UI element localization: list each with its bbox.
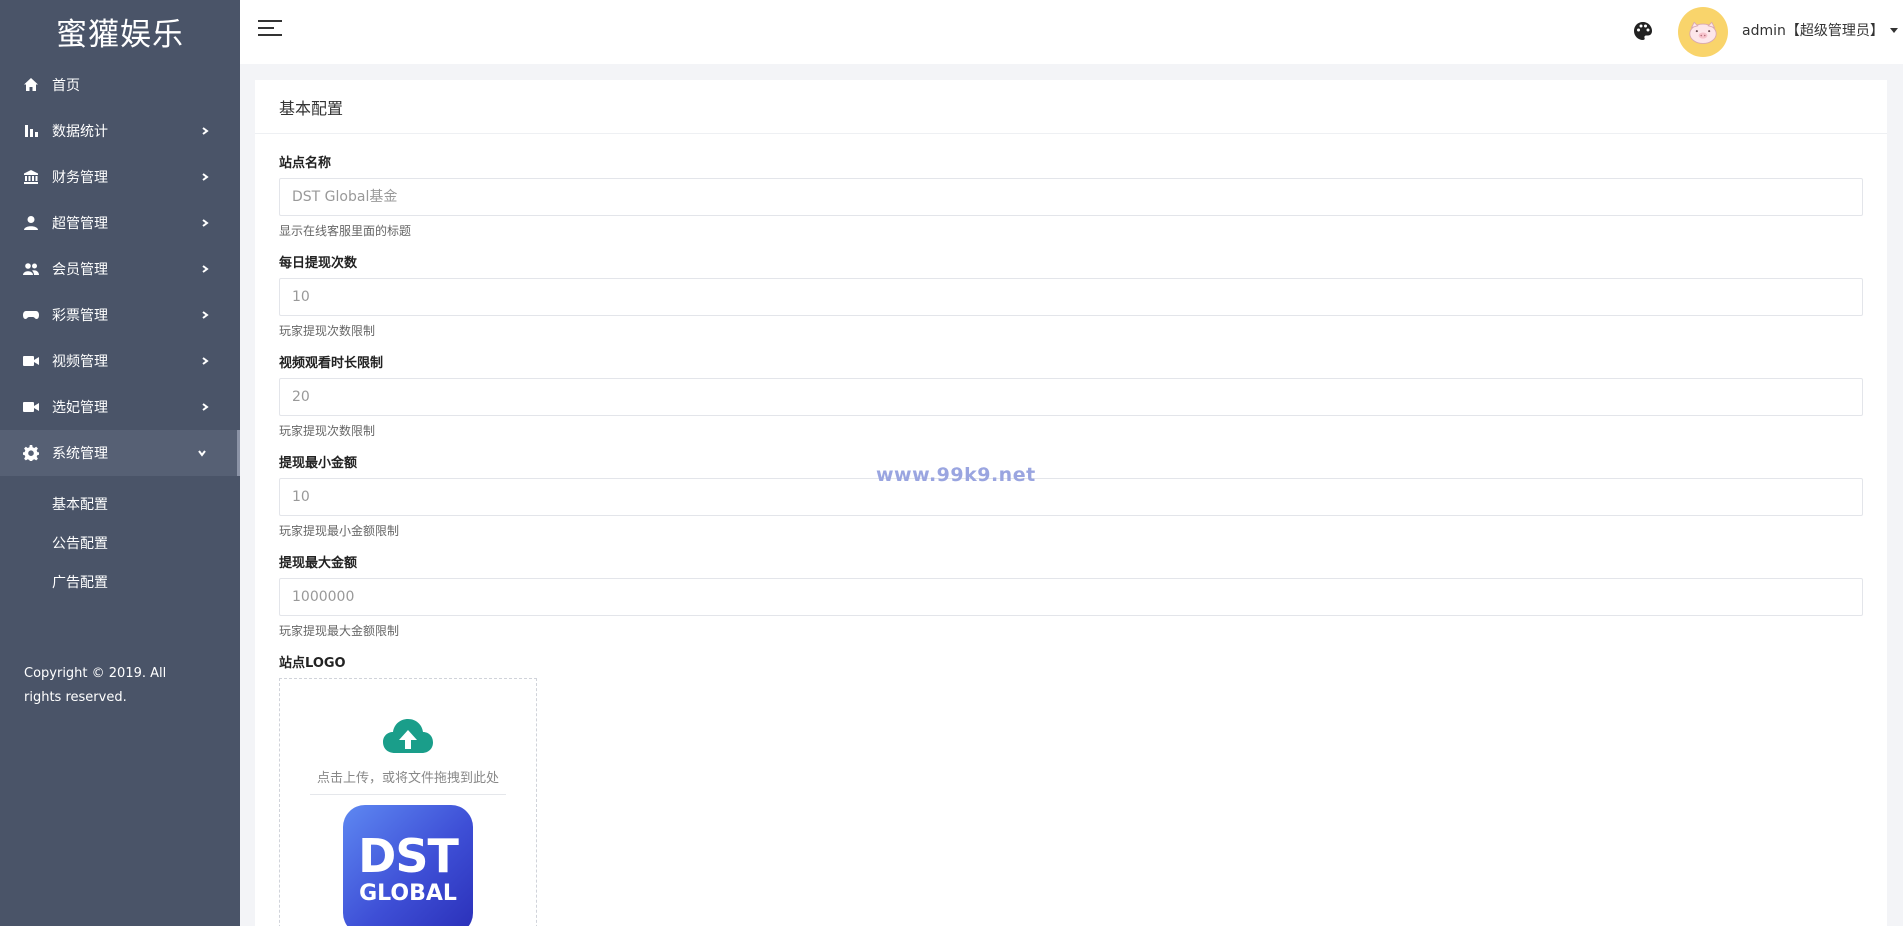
cloud-upload-icon (383, 719, 433, 753)
sidebar-item-system[interactable]: 系统管理 (0, 430, 240, 476)
sidebar-item-label: 数据统计 (52, 124, 108, 140)
submenu-item-ad-config[interactable]: 广告配置 (0, 562, 240, 601)
submenu-item-basic-config[interactable]: 基本配置 (0, 484, 240, 523)
video-icon (22, 398, 40, 416)
max-withdraw-input[interactable] (279, 578, 1863, 616)
chevron-right-icon (200, 218, 210, 228)
user-menu[interactable]: admin【超级管理员】 (1742, 20, 1898, 40)
min-withdraw-input[interactable] (279, 478, 1863, 516)
upload-hint: 点击上传，或将文件拖拽到此处 (310, 767, 506, 795)
basic-config-card: 基本配置 站点名称 显示在线客服里面的标题 每日提现次数 玩家提现次数限制 视频… (255, 80, 1887, 926)
logo-upload-area[interactable]: 点击上传，或将文件拖拽到此处 DST GLOBAL (279, 678, 537, 926)
field-help: 玩家提现次数限制 (279, 424, 376, 438)
copyright-text: Copyright © 2019. All rights reserved. (24, 666, 167, 705)
avatar[interactable] (1678, 7, 1728, 57)
gamepad-icon (22, 306, 40, 324)
brand-title: 蜜獾娱乐 (56, 16, 184, 53)
sidebar-item-label: 选妃管理 (52, 400, 108, 416)
chevron-right-icon (200, 402, 210, 412)
sidebar-item-home[interactable]: 首页 (0, 62, 240, 108)
sidebar-item-label: 首页 (52, 78, 80, 94)
chevron-down-icon (197, 448, 207, 458)
bank-icon (22, 168, 40, 186)
people-icon (22, 260, 40, 278)
site-name-input[interactable] (279, 178, 1863, 216)
chevron-right-icon (200, 264, 210, 274)
chevron-right-icon (200, 310, 210, 320)
field-daily-withdraw-count: 每日提现次数 玩家提现次数限制 (279, 252, 1863, 339)
sidebar-item-finance[interactable]: 财务管理 (0, 154, 240, 200)
sidebar-item-label: 超管管理 (52, 216, 108, 232)
sidebar-item-selection[interactable]: 选妃管理 (0, 384, 240, 430)
field-site-logo: 站点LOGO 点击上传，或将文件拖拽到此处 DST GLOBAL (279, 652, 1863, 926)
logo-text-line1: DST (358, 829, 459, 883)
sidebar-item-lottery[interactable]: 彩票管理 (0, 292, 240, 338)
field-video-watch-limit: 视频观看时长限制 玩家提现次数限制 (279, 352, 1863, 439)
field-label: 站点名称 (279, 156, 332, 171)
person-icon (22, 214, 40, 232)
sidebar-item-videos[interactable]: 视频管理 (0, 338, 240, 384)
top-bar: admin【超级管理员】 (240, 0, 1903, 64)
sidebar-item-label: 视频管理 (52, 354, 108, 370)
submenu-item-notice-config[interactable]: 公告配置 (0, 523, 240, 562)
menu-toggle-icon[interactable] (258, 20, 282, 44)
gear-icon (22, 444, 40, 462)
field-help: 玩家提现次数限制 (279, 324, 376, 338)
sidebar-item-label: 系统管理 (52, 446, 108, 462)
username-label: admin【超级管理员】 (1742, 23, 1884, 39)
field-label: 每日提现次数 (279, 256, 358, 271)
field-help: 玩家提现最大金额限制 (279, 624, 400, 638)
logo-text-line2: GLOBAL (359, 881, 457, 906)
daily-withdraw-count-input[interactable] (279, 278, 1863, 316)
sidebar: 蜜獾娱乐 首页 数据统计 财务管理 超管管理 会员管理 彩票管理 视频管理 选妃… (0, 0, 240, 926)
palette-icon[interactable] (1632, 20, 1654, 42)
field-help: 显示在线客服里面的标题 (279, 224, 412, 238)
caret-down-icon (1889, 27, 1898, 33)
sidebar-item-label: 会员管理 (52, 262, 108, 278)
logo-preview-image: DST GLOBAL (343, 805, 473, 926)
home-icon (22, 76, 40, 94)
chevron-right-icon (200, 126, 210, 136)
card-title: 基本配置 (255, 80, 1887, 134)
field-label: 提现最小金额 (279, 456, 358, 471)
chevron-right-icon (200, 356, 210, 366)
watermark: www.99k9.net (876, 464, 1036, 486)
field-site-name: 站点名称 显示在线客服里面的标题 (279, 152, 1863, 239)
field-label: 视频观看时长限制 (279, 356, 384, 371)
config-form: 站点名称 显示在线客服里面的标题 每日提现次数 玩家提现次数限制 视频观看时长限… (255, 134, 1887, 926)
bar-chart-icon (22, 122, 40, 140)
video-icon (22, 352, 40, 370)
field-max-withdraw: 提现最大金额 玩家提现最大金额限制 (279, 552, 1863, 639)
sidebar-item-label: 彩票管理 (52, 308, 108, 324)
sidebar-item-members[interactable]: 会员管理 (0, 246, 240, 292)
chevron-right-icon (200, 172, 210, 182)
field-help: 玩家提现最小金额限制 (279, 524, 400, 538)
sidebar-item-super-admin[interactable]: 超管管理 (0, 200, 240, 246)
sidebar-item-statistics[interactable]: 数据统计 (0, 108, 240, 154)
field-label: 提现最大金额 (279, 556, 358, 571)
field-label: 站点LOGO (279, 656, 346, 671)
field-min-withdraw: 提现最小金额 玩家提现最小金额限制 (279, 452, 1863, 539)
sidebar-item-label: 财务管理 (52, 170, 108, 186)
video-watch-limit-input[interactable] (279, 378, 1863, 416)
